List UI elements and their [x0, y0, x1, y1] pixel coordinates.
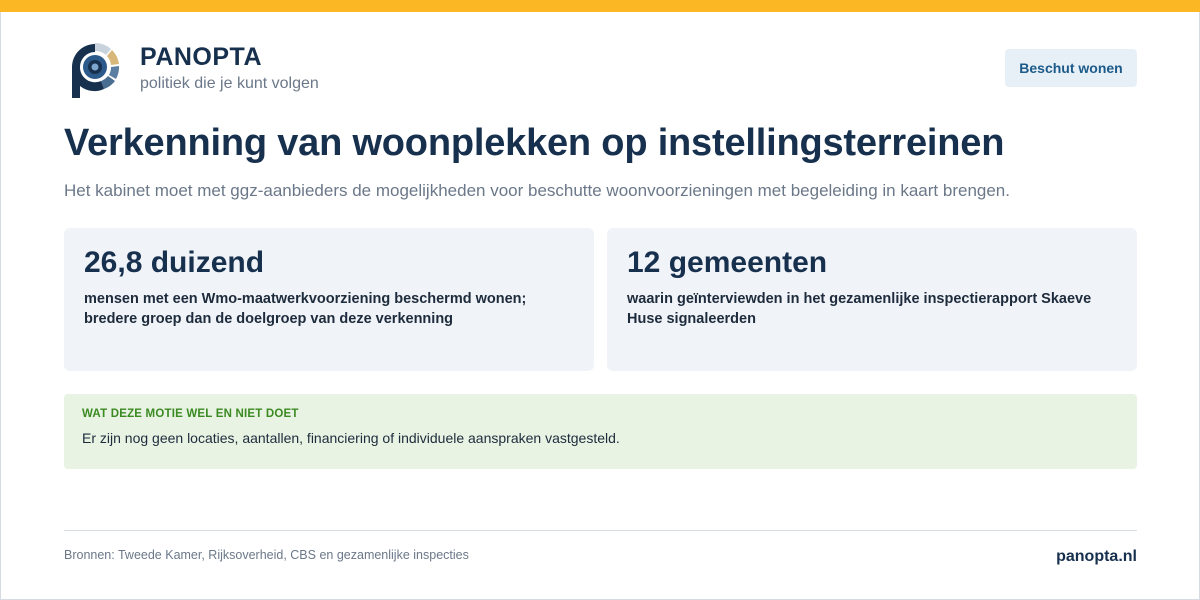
- topic-badge[interactable]: Beschut wonen: [1005, 49, 1137, 87]
- footer-site-link[interactable]: panopta.nl: [1056, 548, 1137, 566]
- accent-top-bar: [0, 0, 1200, 12]
- page-title: Verkenning van woonplekken op instelling…: [64, 122, 1005, 164]
- stat-card-gemeenten: 12 gemeenten waarin geïnterviewden in he…: [607, 228, 1137, 371]
- footer-divider: [64, 530, 1137, 531]
- stat-value: 26,8 duizend: [84, 246, 265, 279]
- stat-description: mensen met een Wmo-maatwerkvoorziening b…: [84, 291, 527, 327]
- stat-card-beschermd-wonen: 26,8 duizend mensen met een Wmo-maatwerk…: [64, 228, 594, 371]
- page-subtitle: Het kabinet moet met ggz-aanbieders de m…: [64, 181, 1010, 200]
- motion-info-box: WAT DEZE MOTIE WEL EN NIET DOET Er zijn …: [64, 394, 1137, 469]
- panopta-eye-logo-icon: [72, 42, 120, 98]
- stat-value: 12 gemeenten: [627, 246, 828, 279]
- brand-tagline: politiek die je kunt volgen: [140, 75, 319, 92]
- info-box-title: WAT DEZE MOTIE WEL EN NIET DOET: [82, 408, 299, 420]
- footer-sources: Bronnen: Tweede Kamer, Rijksoverheid, CB…: [64, 548, 469, 562]
- info-box-text: Er zijn nog geen locaties, aantallen, fi…: [82, 430, 620, 446]
- brand-name: PANOPTA: [140, 43, 263, 71]
- stat-description: waarin geïnterviewden in het gezamenlijk…: [627, 291, 1092, 327]
